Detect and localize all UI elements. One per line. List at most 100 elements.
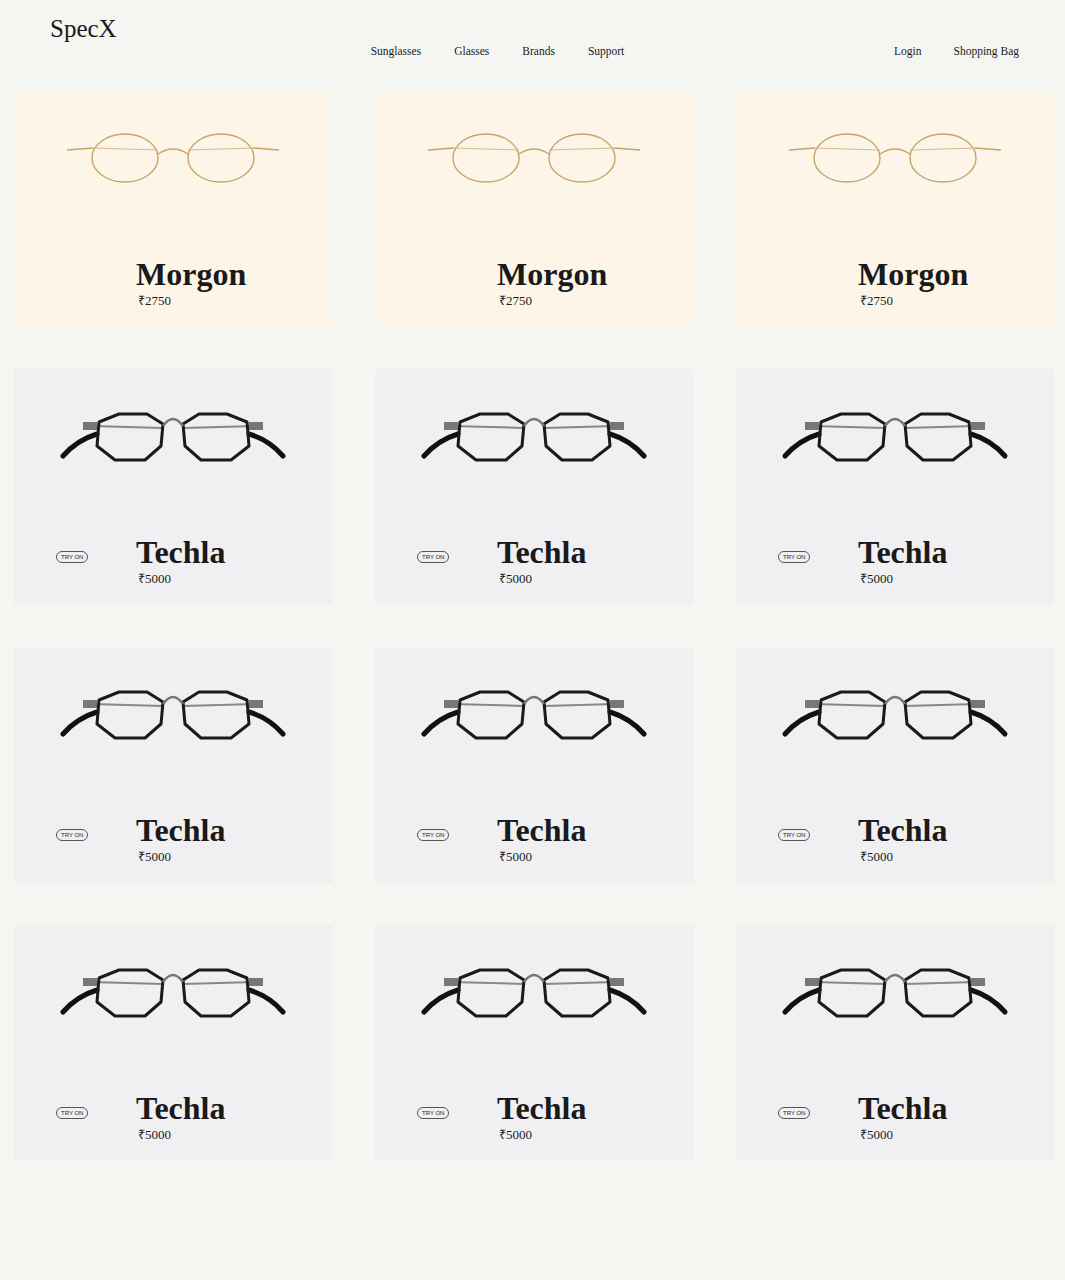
product-card[interactable]: TRY ON Techla₹5000 xyxy=(375,647,693,883)
product-image[interactable] xyxy=(375,106,693,206)
product-info: TRY ON Techla₹5000 xyxy=(14,812,332,866)
product-info: TRY ON Techla₹5000 xyxy=(736,1090,1054,1144)
product-name[interactable]: Morgon xyxy=(497,256,607,292)
product-text: Techla₹5000 xyxy=(858,534,948,588)
login-link[interactable]: Login xyxy=(894,45,921,57)
product-text: Techla₹5000 xyxy=(136,812,226,866)
product-name[interactable]: Techla xyxy=(136,534,226,570)
glasses-icon xyxy=(414,940,654,1040)
try-on-button[interactable]: TRY ON xyxy=(778,1107,810,1119)
logo[interactable]: SpecX xyxy=(50,15,117,43)
product-card[interactable]: TRY ON Techla₹5000 xyxy=(736,369,1054,605)
try-on-button[interactable]: TRY ON xyxy=(56,829,88,841)
product-price: ₹5000 xyxy=(860,570,948,588)
product-text: Morgon₹2750 xyxy=(136,256,246,310)
nav-link[interactable]: Brands xyxy=(522,45,555,57)
product-price: ₹2750 xyxy=(860,292,968,310)
product-name[interactable]: Techla xyxy=(858,812,948,848)
product-card[interactable]: TRY ON Techla₹5000 xyxy=(736,925,1054,1161)
product-info: TRY ON Techla₹5000 xyxy=(375,812,693,866)
account-nav: Login Shopping Bag xyxy=(894,45,1019,57)
product-card[interactable]: TRY ON Techla₹5000 xyxy=(14,925,332,1161)
product-name[interactable]: Morgon xyxy=(136,256,246,292)
nav-link[interactable]: Support xyxy=(588,45,624,57)
product-price: ₹5000 xyxy=(138,848,226,866)
product-image[interactable] xyxy=(736,384,1054,484)
try-on-button[interactable]: TRY ON xyxy=(417,1107,449,1119)
glasses-icon xyxy=(775,662,1015,762)
try-on-slot xyxy=(778,256,858,267)
product-card[interactable]: TRY ON Techla₹5000 xyxy=(375,925,693,1161)
product-price: ₹2750 xyxy=(499,292,607,310)
product-image[interactable] xyxy=(14,384,332,484)
product-text: Techla₹5000 xyxy=(136,1090,226,1144)
product-image[interactable] xyxy=(14,940,332,1040)
product-price: ₹5000 xyxy=(499,1126,587,1144)
nav-link[interactable]: Sunglasses xyxy=(371,45,421,57)
product-info: TRY ON Techla₹5000 xyxy=(14,534,332,588)
product-image[interactable] xyxy=(14,662,332,762)
glasses-icon xyxy=(775,940,1015,1040)
product-price: ₹5000 xyxy=(499,848,587,866)
product-image[interactable] xyxy=(375,384,693,484)
product-card[interactable]: TRY ON Techla₹5000 xyxy=(14,647,332,883)
try-on-slot: TRY ON xyxy=(56,534,136,563)
try-on-slot: TRY ON xyxy=(778,534,858,563)
glasses-icon xyxy=(53,384,293,484)
try-on-button[interactable]: TRY ON xyxy=(417,551,449,563)
try-on-slot: TRY ON xyxy=(417,1090,497,1119)
product-text: Techla₹5000 xyxy=(136,534,226,588)
product-card[interactable]: TRY ON Techla₹5000 xyxy=(736,647,1054,883)
product-card[interactable]: TRY ON Techla₹5000 xyxy=(375,369,693,605)
product-name[interactable]: Techla xyxy=(136,812,226,848)
glasses-icon xyxy=(53,106,293,206)
product-price: ₹5000 xyxy=(860,848,948,866)
product-price: ₹2750 xyxy=(138,292,246,310)
try-on-slot: TRY ON xyxy=(56,1090,136,1119)
glasses-icon xyxy=(775,384,1015,484)
try-on-button[interactable]: TRY ON xyxy=(778,829,810,841)
try-on-button[interactable]: TRY ON xyxy=(417,829,449,841)
product-name[interactable]: Techla xyxy=(136,1090,226,1126)
product-text: Techla₹5000 xyxy=(497,1090,587,1144)
product-text: Morgon₹2750 xyxy=(497,256,607,310)
product-image[interactable] xyxy=(736,662,1054,762)
product-card[interactable]: Morgon₹2750 xyxy=(14,91,332,327)
try-on-slot xyxy=(56,256,136,267)
product-image[interactable] xyxy=(14,106,332,206)
product-info: Morgon₹2750 xyxy=(736,256,1054,310)
product-card[interactable]: TRY ON Techla₹5000 xyxy=(14,369,332,605)
product-image[interactable] xyxy=(736,106,1054,206)
product-name[interactable]: Techla xyxy=(497,534,587,570)
product-image[interactable] xyxy=(736,940,1054,1040)
product-text: Techla₹5000 xyxy=(497,534,587,588)
product-card[interactable]: Morgon₹2750 xyxy=(736,91,1054,327)
product-info: TRY ON Techla₹5000 xyxy=(736,812,1054,866)
product-name[interactable]: Techla xyxy=(497,812,587,848)
try-on-slot: TRY ON xyxy=(417,534,497,563)
try-on-button[interactable]: TRY ON xyxy=(56,1107,88,1119)
glasses-icon xyxy=(775,106,1015,206)
glasses-icon xyxy=(414,106,654,206)
product-name[interactable]: Techla xyxy=(858,1090,948,1126)
product-image[interactable] xyxy=(375,940,693,1040)
product-info: TRY ON Techla₹5000 xyxy=(375,1090,693,1144)
glasses-icon xyxy=(414,662,654,762)
try-on-slot xyxy=(417,256,497,267)
product-name[interactable]: Techla xyxy=(858,534,948,570)
product-price: ₹5000 xyxy=(499,570,587,588)
product-info: Morgon₹2750 xyxy=(14,256,332,310)
product-info: TRY ON Techla₹5000 xyxy=(736,534,1054,588)
product-name[interactable]: Techla xyxy=(497,1090,587,1126)
product-name[interactable]: Morgon xyxy=(858,256,968,292)
product-image[interactable] xyxy=(375,662,693,762)
main-nav: Sunglasses Glasses Brands Support xyxy=(371,45,625,57)
product-price: ₹5000 xyxy=(860,1126,948,1144)
shopping-bag-link[interactable]: Shopping Bag xyxy=(954,45,1020,57)
product-info: TRY ON Techla₹5000 xyxy=(375,534,693,588)
product-text: Techla₹5000 xyxy=(858,812,948,866)
nav-link[interactable]: Glasses xyxy=(454,45,489,57)
product-card[interactable]: Morgon₹2750 xyxy=(375,91,693,327)
try-on-button[interactable]: TRY ON xyxy=(56,551,88,563)
try-on-button[interactable]: TRY ON xyxy=(778,551,810,563)
